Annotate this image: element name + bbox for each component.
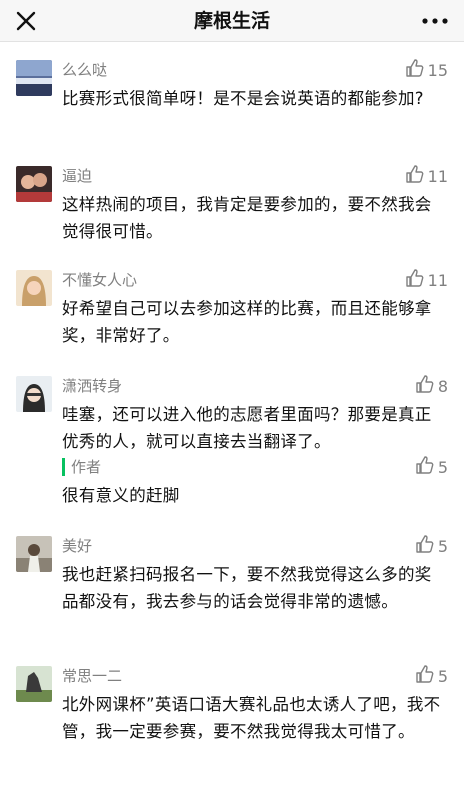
reply-like-button[interactable]: 5 — [415, 455, 448, 479]
avatar[interactable] — [16, 60, 52, 96]
commenter-name[interactable]: 不懂女人心 — [62, 270, 137, 290]
avatar[interactable] — [16, 270, 52, 306]
avatar[interactable] — [16, 666, 52, 702]
like-button[interactable]: 11 — [405, 164, 448, 188]
thumbs-up-icon — [415, 664, 435, 688]
comment-text: 我也赶紧扫码报名一下，要不然我觉得这么多的奖品都没有，我去参与的话会觉得非常的遗… — [62, 565, 432, 611]
avatar[interactable] — [16, 376, 52, 412]
author-label: 作者 — [71, 458, 102, 476]
thumbs-up-icon — [415, 534, 435, 558]
like-button[interactable]: 5 — [415, 534, 448, 558]
thumbs-up-icon — [405, 268, 425, 292]
commenter-name[interactable]: 美好 — [62, 536, 92, 556]
like-count: 11 — [427, 270, 448, 290]
commenter-name[interactable]: 常思一二 — [62, 666, 122, 686]
like-count: 8 — [437, 376, 448, 396]
more-options-icon[interactable] — [420, 9, 450, 33]
reply-text: 很有意义的赶脚 — [62, 486, 180, 505]
like-button[interactable]: 15 — [405, 58, 448, 82]
like-count: 5 — [437, 666, 448, 686]
avatar[interactable] — [16, 166, 52, 202]
like-count: 5 — [437, 536, 448, 556]
comment-text: 这样热闹的项目，我肯定是要参加的，要不然我会觉得很可惜。 — [62, 195, 432, 241]
page-title: 摩根生活 — [193, 10, 270, 32]
comment-text: 北外网课杯”英语口语大赛礼品也太诱人了吧，我不管，我一定要参赛，要不然我觉得我太… — [62, 695, 441, 741]
comment-text: 哇塞，还可以进入他的志愿者里面吗？那要是真正优秀的人，就可以直接去当翻译了。 — [62, 405, 432, 451]
thumbs-up-icon — [405, 164, 425, 188]
author-reply-bar — [62, 458, 65, 476]
like-count: 11 — [427, 166, 448, 186]
thumbs-up-icon — [415, 455, 435, 479]
commenter-name[interactable]: 逼迫 — [62, 166, 92, 186]
like-count: 15 — [427, 60, 448, 80]
nav-bar: 摩根生活 — [0, 0, 464, 42]
thumbs-up-icon — [415, 374, 435, 398]
thumbs-up-icon — [405, 58, 425, 82]
avatar[interactable] — [16, 536, 52, 572]
like-button[interactable]: 5 — [415, 664, 448, 688]
comment-text: 比赛形式很简单呀！是不是会说英语的都能参加? — [62, 89, 424, 108]
comment-text: 好希望自己可以去参加这样的比赛，而且还能够拿奖，非常好了。 — [62, 299, 432, 345]
like-count: 5 — [437, 457, 448, 477]
commenter-name[interactable]: 么么哒 — [62, 60, 107, 80]
like-button[interactable]: 11 — [405, 268, 448, 292]
commenter-name[interactable]: 潇洒转身 — [62, 376, 122, 396]
like-button[interactable]: 8 — [415, 374, 448, 398]
